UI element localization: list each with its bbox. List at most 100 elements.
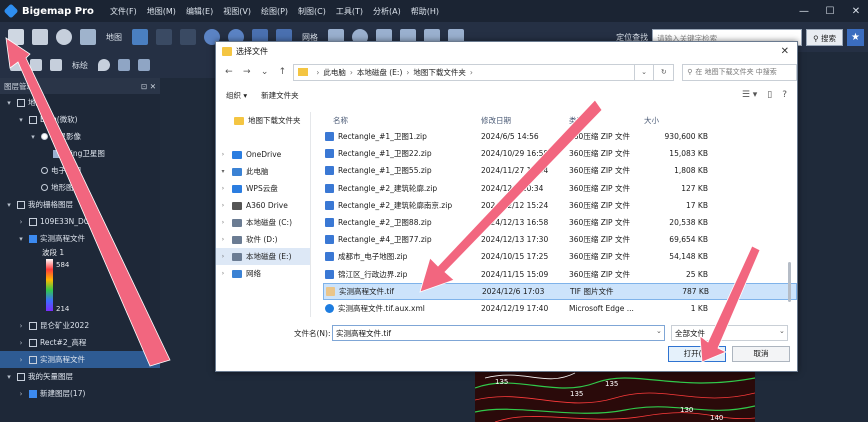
chevron-icon[interactable]: › [16,356,26,364]
menu-item[interactable]: 制图(C) [298,6,326,17]
layer-tree-item[interactable]: › Rect#2_高程 [0,334,160,351]
pin-icon[interactable] [98,59,110,71]
menu-item[interactable]: 文件(F) [110,6,137,17]
file-row[interactable]: Rectangle_#1_卫图22.zip 2024/10/29 16:58 360… [323,145,797,162]
chevron-icon[interactable]: ▾ [4,373,14,381]
column-type-header[interactable]: 类型 [569,115,644,126]
address-dropdown-icon[interactable]: ⌄ [634,63,655,81]
menu-item[interactable]: 视图(V) [223,6,251,17]
screen-icon[interactable] [80,29,96,45]
chevron-icon[interactable]: ▾ [4,99,14,107]
map-source-icon[interactable] [132,29,148,45]
nav-item[interactable]: ▾ 此电脑 [216,163,310,180]
file-row[interactable]: Rectangle_#1_卫图55.zip 2024/11/27 15:34 360… [323,162,797,179]
menu-item[interactable]: 编辑(E) [186,6,213,17]
cancel-button[interactable]: 取消 [732,346,790,362]
chevron-icon[interactable]: › [218,202,228,209]
layer-tree-item[interactable]: ▾ 地图 [0,94,160,111]
cursor-icon[interactable] [10,59,22,71]
chevron-icon[interactable]: ▾ [4,201,14,209]
polyline-icon[interactable] [138,59,150,71]
chevron-icon[interactable]: › [16,390,26,398]
open-button[interactable]: 打开(O) [668,346,726,362]
menu-item[interactable]: 帮助(H) [411,6,439,17]
file-row[interactable]: Rectangle_#4_卫图77.zip 2024/12/13 17:30 360… [323,231,797,248]
checkbox[interactable] [17,200,25,209]
chevron-icon[interactable]: › [218,236,228,243]
dialog-close-icon[interactable]: ✕ [781,46,789,57]
refresh-icon[interactable]: ↻ [654,63,675,81]
nav-item[interactable]: › 软件 (D:) [216,231,310,248]
preview-pane-icon[interactable]: ▯ [767,90,772,100]
help-icon[interactable]: ? [782,90,787,100]
select-icon[interactable] [30,59,42,71]
nav-item[interactable]: › 本地磁盘 (E:) [216,248,310,265]
menu-item[interactable]: 分析(A) [373,6,401,17]
open-folder-icon[interactable] [8,29,24,45]
layer-tree-item[interactable]: › 昆仑矿业2022 [0,317,160,334]
back-arrow-icon[interactable]: ← [222,67,236,77]
up-arrow-icon[interactable]: ↑ [276,67,290,77]
chevron-icon[interactable]: › [218,219,228,226]
filetype-dropdown-icon[interactable]: ⌄ [779,327,785,335]
nav-item[interactable]: 地图下载文件夹 [216,112,310,129]
nav-item[interactable]: › 网络 [216,265,310,282]
map-layer-icon[interactable] [156,29,172,45]
layer-tree-item[interactable]: › 109E33N_DOP30 [0,213,160,230]
new-folder-button[interactable]: 新建文件夹 [261,90,299,101]
radio-button[interactable] [41,133,48,140]
map-menu-label[interactable]: 地图 [106,32,122,43]
file-row[interactable]: Rectangle_#2_建筑轮廓.zip 2024/12/4 10:34 360压… [323,180,797,197]
checkbox[interactable] [29,321,37,330]
layer-tree-item[interactable]: ▾ 我的矢量图层 [0,368,160,385]
layer-tree-item[interactable]: 电子地图 [0,162,160,179]
layer-icon[interactable] [53,149,63,158]
settings-icon[interactable] [56,29,72,45]
minimize-button[interactable]: — [798,6,810,17]
filename-input[interactable]: 实测高程文件.tif [332,325,665,341]
chevron-icon[interactable]: › [16,339,26,347]
menu-item[interactable]: 工具(T) [336,6,363,17]
column-date-header[interactable]: 修改日期 [481,115,569,126]
chevron-icon[interactable]: › [218,253,228,260]
nav-item[interactable]: › 本地磁盘 (C:) [216,214,310,231]
breadcrumb-item[interactable]: 本地磁盘 (E:) [357,67,403,78]
file-row[interactable]: Rectangle_#2_卫图88.zip 2024/12/13 16:58 360… [323,214,797,231]
filetype-select[interactable]: 全部文件 [671,325,788,341]
breadcrumb-item[interactable]: 地图下载文件夹 [413,67,466,78]
map-terrain-icon[interactable] [180,29,196,45]
menu-item[interactable]: 绘图(P) [261,6,288,17]
map-canvas[interactable]: 135 135 135 130 140 [475,368,755,422]
file-row[interactable]: 成都市_电子地图.zip 2024/10/15 17:25 360压缩 ZIP 文件… [323,248,797,265]
layer-tree-item[interactable]: ▾ Bing(微软) [0,111,160,128]
nav-item[interactable]: › OneDrive [216,146,310,163]
chevron-icon[interactable]: ▾ [16,235,26,243]
maximize-button[interactable]: ☐ [824,6,836,17]
checkbox[interactable] [29,355,37,364]
folder-search-input[interactable]: ⚲ 在 地图下载文件夹 中搜索 [682,63,797,81]
forward-arrow-icon[interactable]: → [240,67,254,77]
address-bar[interactable]: › 此电脑 › 本地磁盘 (E:) › 地图下载文件夹 › [293,63,635,81]
file-row[interactable]: 实测高程文件.tif.aux.xml 2024/12/19 17:40 Micros… [323,300,797,317]
line-icon[interactable] [118,59,130,71]
layer-tree-item[interactable]: ▾ 实测高程文件 [0,230,160,247]
checkbox[interactable] [29,389,37,398]
layer-tree-item[interactable]: 地形图 [0,179,160,196]
view-mode-icon[interactable]: ☰ ▾ [742,90,757,100]
checkbox[interactable] [29,217,37,226]
nav-item[interactable]: › A360 Drive [216,197,310,214]
chevron-icon[interactable]: › [16,218,26,226]
search-button[interactable]: ⚲ 搜索 [806,28,843,46]
checkbox[interactable] [29,338,37,347]
file-list-scrollbar[interactable] [788,262,791,302]
nav-item[interactable]: › WPS云盘 [216,180,310,197]
layer-tree-item[interactable]: ▾ 卫星影像 [0,128,160,145]
chevron-icon[interactable]: ▾ [28,133,38,141]
menu-item[interactable]: 地图(M) [147,6,176,17]
checkbox[interactable] [29,234,37,243]
file-row[interactable]: Rectangle_#2_建筑轮廓南京.zip 2024/12/12 15:24 3… [323,197,797,214]
home-icon[interactable] [50,59,62,71]
column-name-header[interactable]: 名称 [323,115,481,126]
panel-controls[interactable]: ⊡ ✕ [141,82,156,91]
filename-dropdown-icon[interactable]: ⌄ [656,327,662,335]
